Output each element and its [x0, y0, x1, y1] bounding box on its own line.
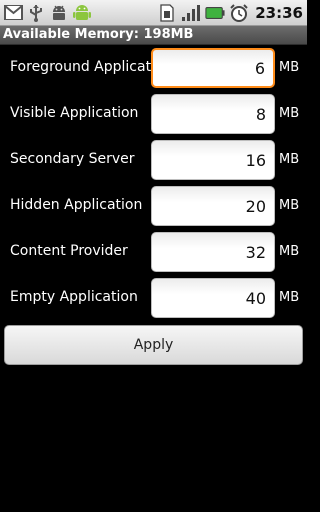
row-content-provider: Content Provider MB [0, 232, 307, 272]
status-bar: 23:36 [0, 0, 307, 26]
alarm-icon [229, 3, 249, 23]
hidden-application-label: Hidden Application [10, 197, 143, 213]
foreground-application-unit: MB [279, 60, 300, 75]
android-robot-icon[interactable] [72, 3, 92, 23]
empty-application-input[interactable] [151, 278, 275, 318]
row-hidden-application: Hidden Application MB [0, 186, 307, 226]
gmail-icon[interactable] [3, 3, 23, 23]
row-visible-application: Visible Application MB [0, 94, 307, 134]
row-empty-application: Empty Application MB [0, 278, 307, 318]
row-foreground-application: Foreground Application MB [0, 48, 307, 88]
system-icons: 23:36 [157, 2, 303, 23]
visible-application-label: Visible Application [10, 105, 139, 121]
visible-application-input[interactable] [151, 94, 275, 134]
row-secondary-server: Secondary Server MB [0, 140, 307, 180]
secondary-server-unit: MB [279, 152, 300, 167]
empty-application-unit: MB [279, 290, 300, 305]
title-bar: Available Memory: 198MB [0, 26, 307, 45]
signal-icon [181, 3, 201, 23]
foreground-application-input[interactable] [151, 48, 275, 88]
secondary-server-input[interactable] [151, 140, 275, 180]
secondary-server-label: Secondary Server [10, 151, 135, 167]
foreground-application-label: Foreground Application [10, 59, 173, 75]
visible-application-unit: MB [279, 106, 300, 121]
battery-icon [205, 3, 225, 23]
content-provider-unit: MB [279, 244, 300, 259]
sim-card-icon [157, 3, 177, 23]
content-provider-input[interactable] [151, 232, 275, 272]
status-clock: 23:36 [255, 3, 303, 22]
android-debug-icon[interactable] [49, 3, 69, 23]
empty-application-label: Empty Application [10, 289, 138, 305]
hidden-application-input[interactable] [151, 186, 275, 226]
content-provider-label: Content Provider [10, 243, 128, 259]
notification-icons [3, 2, 92, 23]
hidden-application-unit: MB [279, 198, 300, 213]
usb-icon[interactable] [26, 3, 46, 23]
apply-button[interactable]: Apply [4, 325, 303, 365]
page-title: Available Memory: 198MB [3, 27, 194, 42]
